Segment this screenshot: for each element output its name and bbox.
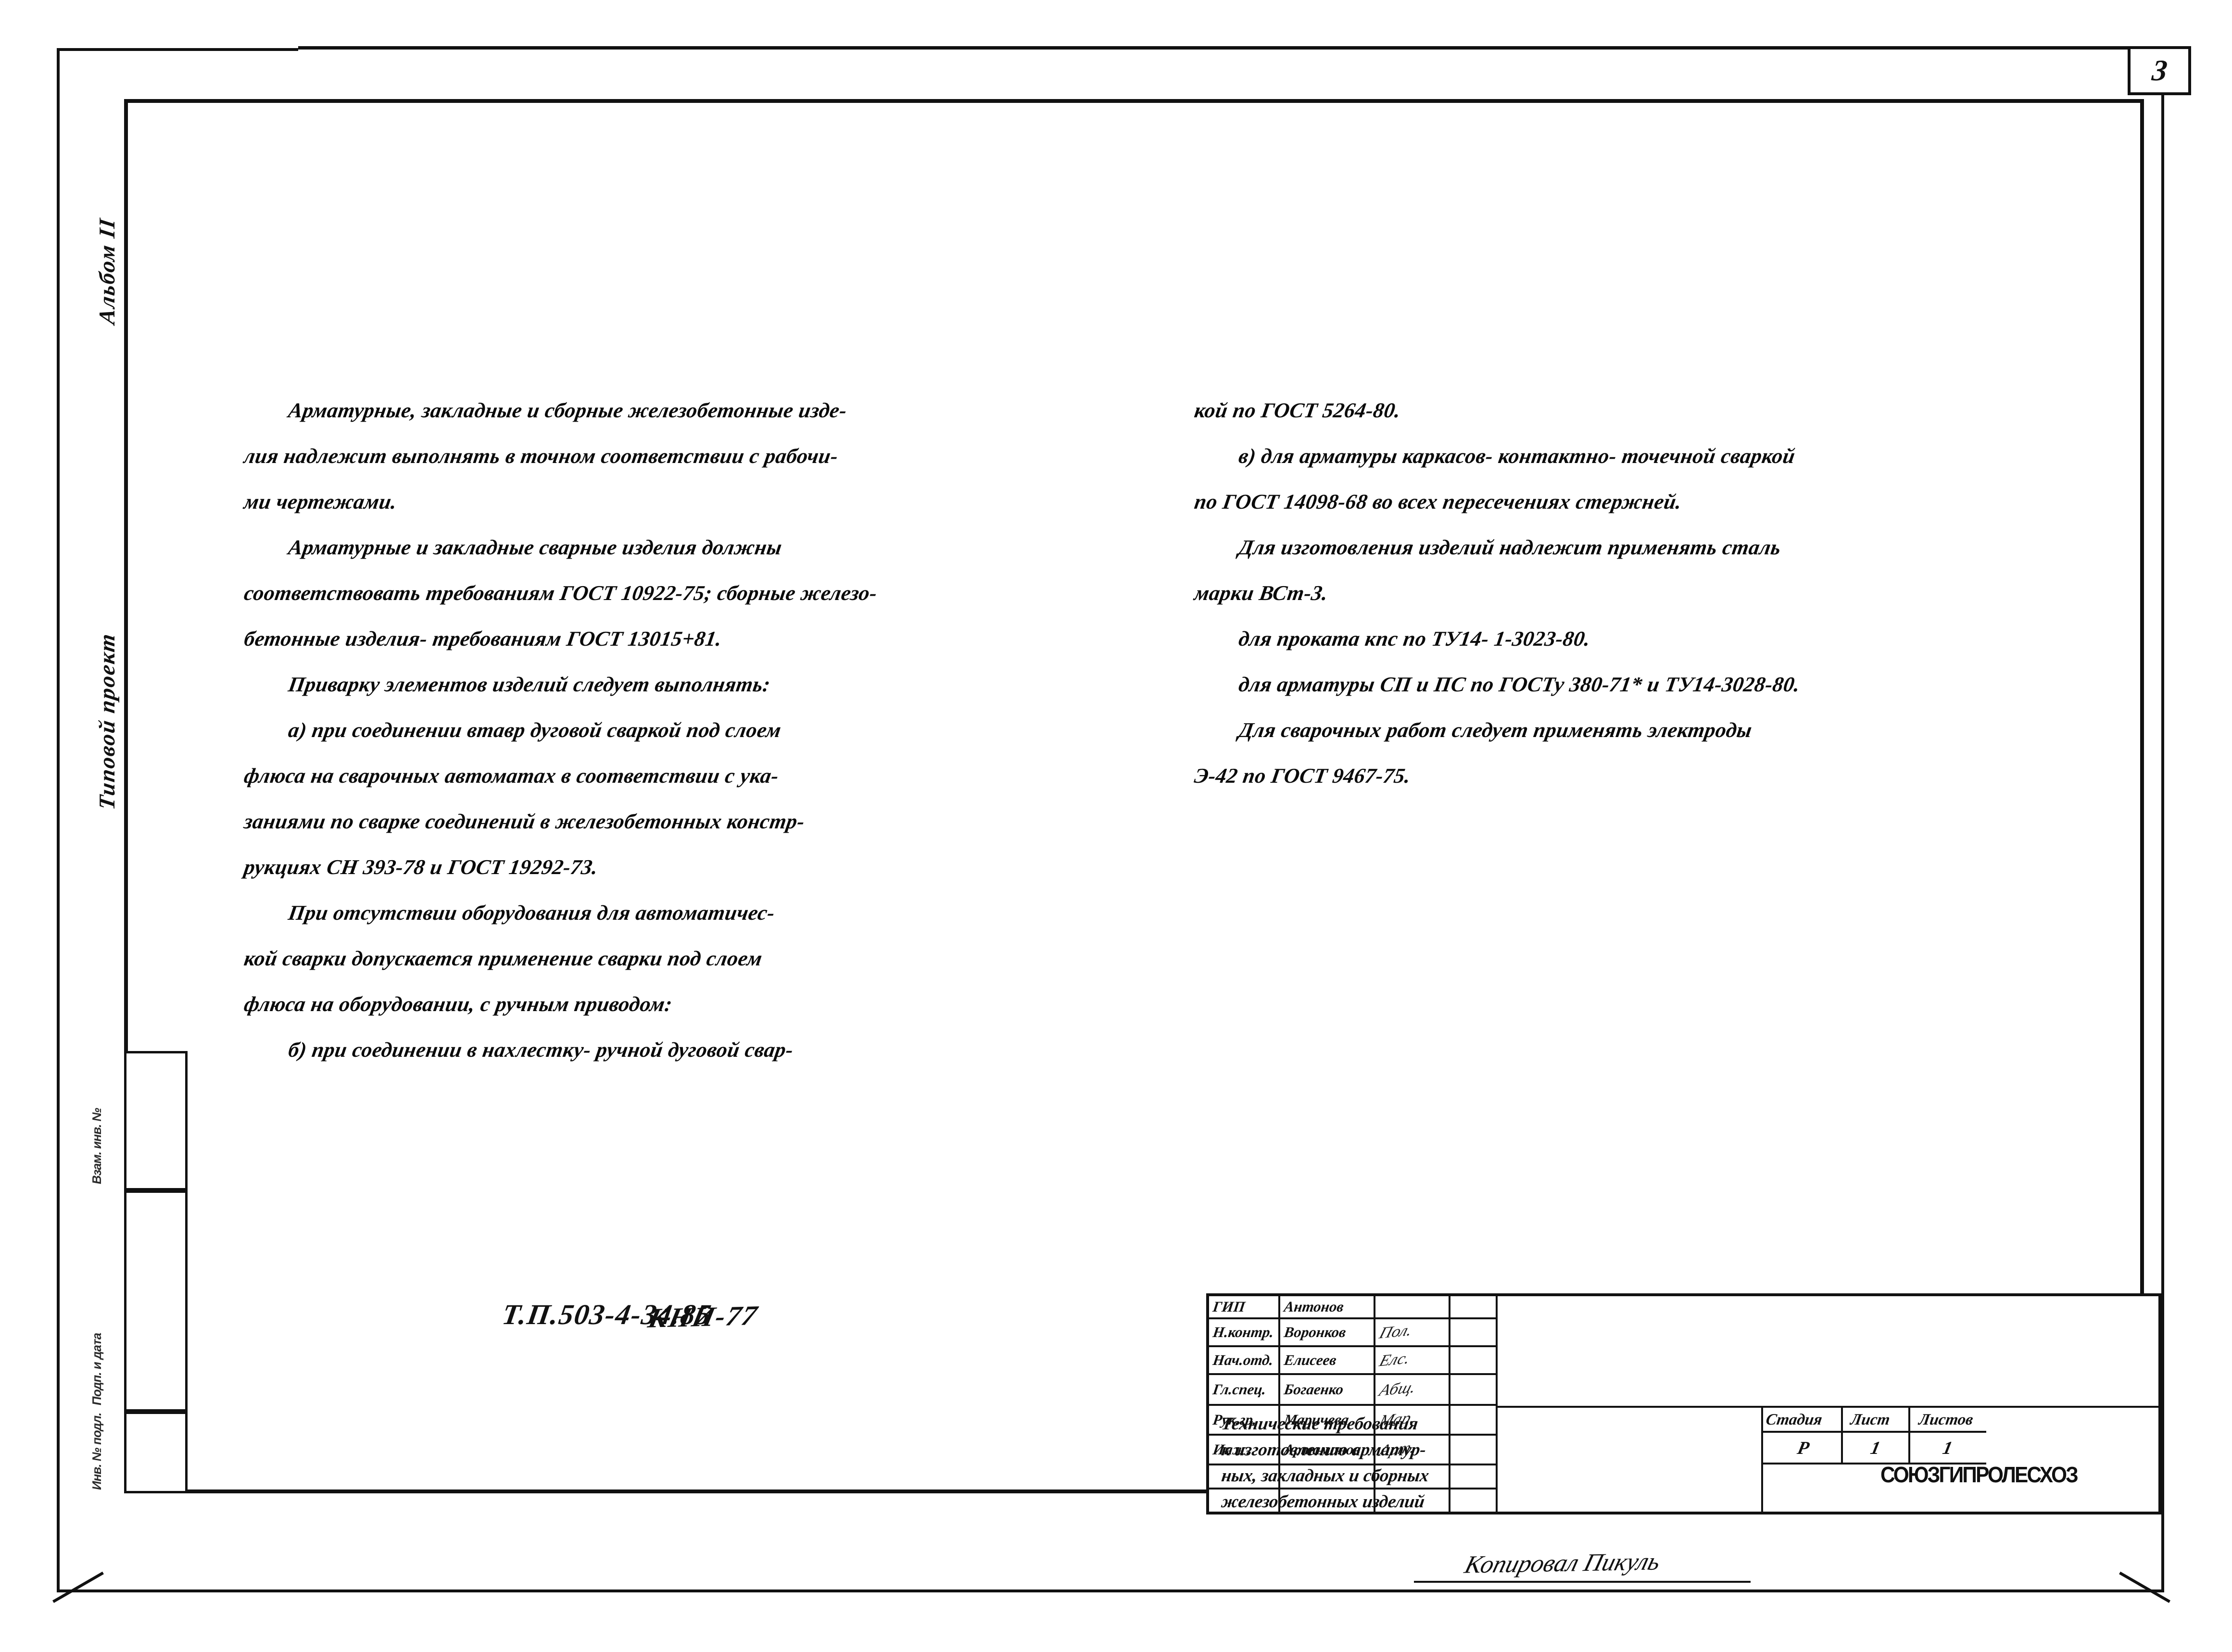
stamp-sign-cell: Абщ. — [1375, 1375, 1450, 1406]
text-column-right: кой по ГОСТ 5264-80. в) для арматуры кар… — [1193, 388, 2137, 799]
text-column-left: Арматурные, закладные и сборные железобе… — [242, 388, 1158, 1073]
text-line: кой сварки допускается применение сварки… — [242, 947, 764, 970]
copier-underline — [1414, 1581, 1751, 1583]
sheets-header: Листов — [1917, 1411, 1975, 1428]
album-label: Альбом II — [95, 216, 120, 326]
stamp-date-cell — [1450, 1319, 1498, 1347]
text-line: Э-42 по ГОСТ 9467-75. — [1193, 764, 1412, 788]
sheet-edge-top — [298, 46, 2164, 50]
stamp-date-cell — [1450, 1375, 1498, 1406]
stamp-name-cell: Воронков — [1280, 1319, 1375, 1347]
text-line: по ГОСТ 14098-68 во всех пересечениях ст… — [1193, 490, 1684, 513]
copier-note: Копировал Пикуль — [1462, 1548, 1664, 1579]
page-number-box: 3 — [2128, 46, 2191, 95]
stamp-role-cell: Гл.спец. — [1209, 1375, 1280, 1406]
text-line: флюса на сварочных автоматах в соответст… — [242, 764, 781, 788]
organization-name: СОЮЗГИПРОЛЕСХОЗ — [1880, 1462, 2079, 1487]
stamp-role-cell: Нач.отд. — [1209, 1347, 1280, 1375]
corner-mark-bottom-right — [2119, 1546, 2185, 1603]
title-line: ных, закладных и сборных — [1220, 1466, 1430, 1486]
text-line: Для сварочных работ следует применять эл… — [1237, 718, 1754, 742]
sheet-edge-bottom — [57, 1589, 2164, 1592]
stamp-code-region — [1498, 1296, 2158, 1408]
text-line: флюса на оборудовании, с ручным приводом… — [242, 992, 674, 1016]
sheet-edge-left — [57, 48, 60, 1591]
text-line: а) при соединении втавр дуговой сваркой … — [287, 718, 783, 742]
text-line: Приварку элементов изделий следует выпол… — [287, 673, 772, 696]
margin-box-1 — [124, 1051, 188, 1190]
stamp-role-cell: ГИП — [1209, 1296, 1280, 1319]
text-line: Арматурные, закладные и сборные железобе… — [287, 399, 849, 422]
margin-box-3 — [124, 1412, 188, 1493]
stamp-name-cell: Антонов — [1280, 1296, 1375, 1319]
margin-box-label-3: Инв. № подл. — [89, 1411, 104, 1491]
text-line: кой по ГОСТ 5264-80. — [1193, 399, 1403, 422]
corner-mark-bottom-left — [38, 1546, 104, 1603]
text-line: При отсутствии оборудования для автомати… — [287, 901, 777, 925]
text-line: лия надлежит выполнять в точном соответс… — [242, 444, 840, 468]
stamp-sign-cell: Пол. — [1375, 1319, 1450, 1347]
stamp-name-cell: Елисеев — [1280, 1347, 1375, 1375]
margin-box-label-2: Подп. и дата — [89, 1331, 104, 1407]
text-line: соответствовать требованиям ГОСТ 10922-7… — [242, 581, 879, 605]
text-line: Арматурные и закладные сварные изделия д… — [287, 536, 784, 559]
sheet-edge-top-left-stub — [58, 48, 298, 51]
stamp-sign-cell: Елс. — [1375, 1347, 1450, 1375]
title-line: Технические требования — [1220, 1414, 1420, 1434]
drawing-title: Технические требования к изготовлению ар… — [1220, 1411, 1510, 1515]
text-line: б) при соединении в нахлестку- ручной ду… — [287, 1038, 795, 1062]
drawing-sheet: 3 Альбом II Типовой проект Взам. инв. № … — [0, 0, 2232, 1652]
text-line: ми чертежами. — [242, 490, 399, 513]
stamp-name-cell: Богаенко — [1280, 1375, 1375, 1406]
stamp-sign-cell — [1375, 1296, 1450, 1319]
stamp-date-cell — [1450, 1347, 1498, 1375]
text-line: для арматуры СП и ПС по ГОСТу 380-71* и … — [1237, 673, 1802, 696]
text-line: для проката кпс по ТУ14- 1-3023-80. — [1237, 627, 1592, 651]
text-line: в) для арматуры каркасов- контактно- точ… — [1237, 444, 1797, 468]
stamp-date-cell — [1450, 1296, 1498, 1319]
sheet-edge-right — [2161, 48, 2164, 1592]
project-label: Типовой проект — [95, 631, 120, 812]
stamp-title-region — [1498, 1408, 1763, 1514]
title-line: железобетонных изделий — [1220, 1492, 1426, 1512]
margin-box-2 — [124, 1190, 188, 1412]
sheet-code: КНИ-77 — [645, 1300, 761, 1334]
sheet-header: Лист — [1849, 1411, 1892, 1428]
text-line: рукциях СН 393-78 и ГОСТ 19292-73. — [242, 855, 600, 879]
text-line: Для изготовления изделий надлежит примен… — [1237, 536, 1783, 559]
text-line: заниями по сварке соединений в железобет… — [242, 810, 807, 833]
margin-box-label-1: Взам. инв. № — [89, 1106, 104, 1186]
page-number: 3 — [2150, 54, 2169, 87]
text-line: марки ВСт-3. — [1193, 581, 1330, 605]
text-line: бетонные изделия- требованиям ГОСТ 13015… — [242, 627, 724, 651]
title-line: к изготовлению арматур- — [1220, 1440, 1427, 1460]
stamp-role-cell: Н.контр. — [1209, 1319, 1280, 1347]
stage-header: Стадия — [1765, 1411, 1824, 1428]
